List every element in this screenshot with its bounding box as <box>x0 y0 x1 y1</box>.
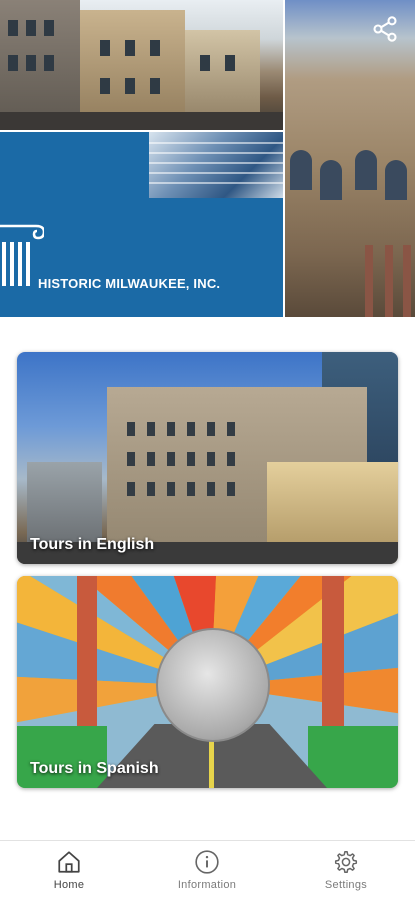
street-photo <box>0 0 283 130</box>
nav-information[interactable]: Information <box>138 841 276 901</box>
tour-card-label: Tours in English <box>30 536 155 553</box>
nav-information-label: Information <box>177 879 237 891</box>
castle-photo <box>285 0 415 317</box>
home-icon <box>58 851 80 873</box>
tour-card-spanish[interactable]: Tours in Spanish <box>17 576 398 788</box>
nav-home-label: Home <box>53 879 85 891</box>
organization-name: HISTORIC MILWAUKEE, INC. <box>38 276 221 291</box>
bottom-navigation: Home Information Settings <box>0 840 415 901</box>
share-icon <box>373 16 397 42</box>
share-button[interactable] <box>368 12 402 46</box>
nav-home[interactable]: Home <box>0 841 138 901</box>
nav-settings-label: Settings <box>324 879 368 891</box>
nav-settings[interactable]: Settings <box>277 841 415 901</box>
coin-image <box>156 628 270 742</box>
info-icon <box>195 850 219 874</box>
hero-banner: HISTORIC MILWAUKEE, INC. <box>0 0 415 317</box>
tour-card-label: Tours in Spanish <box>30 760 159 777</box>
glass-building-photo <box>149 132 283 198</box>
gear-icon <box>334 850 358 874</box>
tour-card-english[interactable]: Tours in English <box>17 352 398 564</box>
